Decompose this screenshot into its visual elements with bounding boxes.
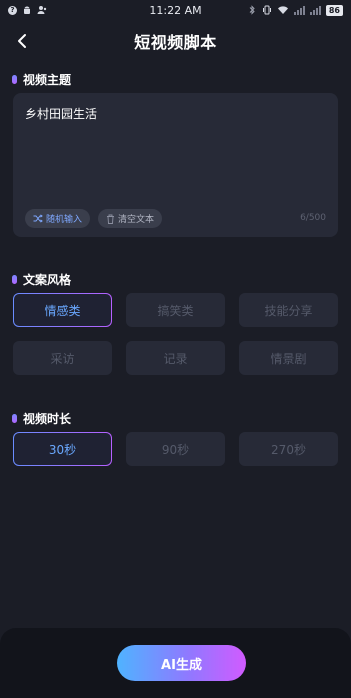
random-input-label: 随机输入 — [46, 215, 83, 225]
vibrate-icon — [262, 5, 271, 15]
users-icon — [37, 6, 47, 14]
char-counter: 6/500 — [300, 213, 326, 223]
style-option-skill-sharing[interactable]: 技能分享 — [239, 293, 338, 327]
duration-option-270s[interactable]: 270秒 — [239, 432, 338, 466]
duration-options: 30秒 90秒 270秒 — [13, 432, 338, 466]
battery-icon: 86 — [325, 4, 343, 16]
ai-generate-button[interactable]: AI生成 — [117, 645, 246, 681]
page-title: 短视频脚本 — [134, 33, 217, 52]
status-bar: ? 11:22 AM 86 — [0, 0, 351, 20]
bluetooth-icon — [249, 5, 255, 15]
duration-option-90s[interactable]: 90秒 — [126, 432, 225, 466]
topic-section-title: 视频主题 — [23, 73, 72, 87]
topic-input[interactable]: 乡村田园生活 — [25, 105, 97, 122]
back-button[interactable] — [10, 29, 34, 53]
topic-actions: 随机输入 清空文本 — [25, 209, 163, 228]
notification-icon: ? — [8, 5, 17, 15]
trash-icon — [107, 214, 115, 224]
section-marker — [12, 75, 17, 84]
style-section-title: 文案风格 — [23, 273, 72, 287]
status-bar-right: 86 — [247, 4, 343, 16]
style-option-record[interactable]: 记录 — [126, 341, 225, 375]
topic-section-header: 视频主题 — [12, 71, 71, 88]
section-marker — [12, 414, 17, 423]
signal-icon — [293, 5, 305, 15]
clear-text-button[interactable]: 清空文本 — [98, 209, 163, 228]
style-option-emotional[interactable]: 情感类 — [13, 293, 112, 327]
random-input-button[interactable]: 随机输入 — [25, 209, 91, 228]
style-option-sitcom[interactable]: 情景剧 — [239, 341, 338, 375]
style-option-interview[interactable]: 采访 — [13, 341, 112, 375]
shuffle-icon — [33, 214, 43, 223]
clear-text-label: 清空文本 — [118, 215, 155, 225]
nav-bar: 短视频脚本 — [0, 24, 351, 58]
signal-2-icon — [309, 5, 321, 15]
style-section-header: 文案风格 — [12, 271, 71, 288]
duration-section-title: 视频时长 — [23, 412, 72, 426]
status-bar-left: ? — [8, 5, 47, 15]
chevron-left-icon — [18, 34, 26, 48]
duration-option-30s[interactable]: 30秒 — [13, 432, 112, 466]
duration-section-header: 视频时长 — [12, 410, 71, 427]
android-icon — [24, 6, 30, 14]
topic-input-card[interactable]: 乡村田园生活 随机输入 清空文本 6/500 — [13, 93, 338, 237]
style-options: 情感类 搞笑类 技能分享 采访 记录 情景剧 — [13, 293, 338, 375]
section-marker — [12, 275, 17, 284]
style-option-funny[interactable]: 搞笑类 — [126, 293, 225, 327]
wifi-icon — [277, 6, 288, 14]
